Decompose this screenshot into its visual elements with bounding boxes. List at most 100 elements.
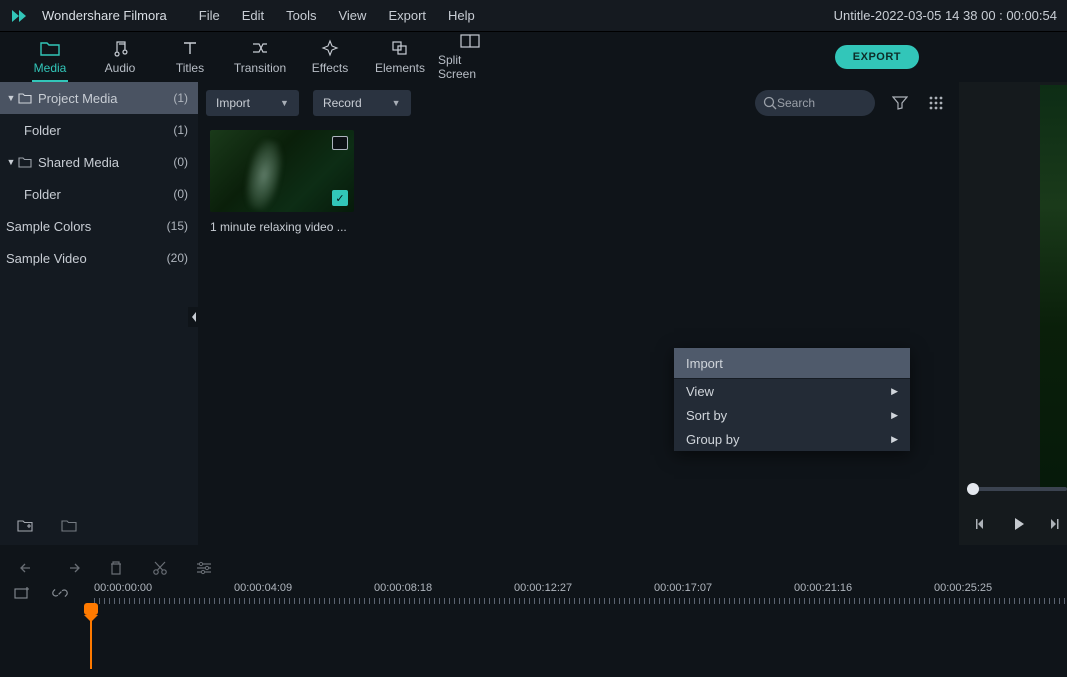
settings-sliders-icon[interactable] [194, 558, 214, 578]
video-badge-icon [332, 136, 348, 150]
record-dropdown[interactable]: Record ▼ [313, 90, 411, 116]
menu-bar: File Edit Tools View Export Help [199, 8, 475, 23]
app-title: Wondershare Filmora [42, 8, 167, 23]
add-track-icon[interactable] [12, 583, 32, 603]
ruler-ticks [94, 598, 1067, 604]
sidebar-item-label: Folder [24, 123, 173, 138]
media-item[interactable]: ✓ 1 minute relaxing video ... [210, 130, 354, 234]
sidebar-item-shared-media[interactable]: ▼ Shared Media (0) [0, 146, 198, 178]
tab-transition[interactable]: Transition [228, 33, 292, 81]
context-menu-group-by[interactable]: Group by ▶ [674, 427, 910, 451]
media-caption: 1 minute relaxing video ... [210, 220, 354, 234]
chevron-down-icon: ▼ [4, 157, 18, 167]
tab-titles[interactable]: Titles [158, 33, 222, 81]
sidebar-item-label: Folder [24, 187, 173, 202]
main-area: ▼ Project Media (1) Folder (1) ▼ Shared … [0, 82, 1067, 545]
folder-icon[interactable] [60, 517, 78, 535]
play-button[interactable] [1013, 517, 1025, 531]
context-menu-label: Group by [686, 432, 739, 447]
sidebar-footer [0, 507, 198, 545]
redo-icon[interactable] [62, 558, 82, 578]
tab-effects[interactable]: Effects [298, 33, 362, 81]
menu-file[interactable]: File [199, 8, 220, 23]
music-note-icon [111, 39, 129, 57]
prev-frame-button[interactable] [975, 518, 989, 530]
menu-help[interactable]: Help [448, 8, 475, 23]
titlebar: Wondershare Filmora File Edit Tools View… [0, 0, 1067, 32]
sidebar-item-folder-2[interactable]: Folder (0) [0, 178, 198, 210]
context-menu-import[interactable]: Import [674, 348, 910, 378]
media-grid: ✓ 1 minute relaxing video ... [206, 120, 947, 244]
timeline-panel: 00:00:00:00 00:00:04:09 00:00:08:18 00:0… [0, 545, 1067, 677]
undo-icon[interactable] [18, 558, 38, 578]
menu-export[interactable]: Export [388, 8, 426, 23]
checkmark-icon: ✓ [332, 190, 348, 206]
chevron-down-icon: ▼ [280, 98, 289, 108]
context-menu-sort-by[interactable]: Sort by ▶ [674, 403, 910, 427]
preview-panel [959, 82, 1067, 545]
new-folder-icon[interactable] [16, 517, 34, 535]
sidebar-item-folder-1[interactable]: Folder (1) [0, 114, 198, 146]
preview-frame [1040, 85, 1067, 489]
chevron-down-icon: ▼ [4, 93, 18, 103]
context-menu-view[interactable]: View ▶ [674, 379, 910, 403]
link-icon[interactable] [50, 583, 70, 603]
filter-icon[interactable] [889, 92, 911, 114]
menu-edit[interactable]: Edit [242, 8, 264, 23]
timecode: 00:00:12:27 [514, 582, 572, 594]
export-button[interactable]: EXPORT [835, 45, 919, 69]
content-toolbar: Import ▼ Record ▼ [206, 82, 947, 120]
sidebar-item-label: Shared Media [38, 155, 173, 170]
media-thumbnail[interactable]: ✓ [210, 130, 354, 212]
tab-media[interactable]: Media [18, 33, 82, 81]
timeline-ruler-row: 00:00:00:00 00:00:04:09 00:00:08:18 00:0… [0, 579, 1067, 605]
slider-knob-icon[interactable] [967, 483, 979, 495]
search-input[interactable] [777, 96, 857, 110]
menu-view[interactable]: View [338, 8, 366, 23]
folder-icon [40, 39, 60, 57]
tab-audio[interactable]: Audio [88, 33, 152, 81]
preview-seek-slider[interactable] [967, 487, 1067, 491]
sidebar-item-sample-video[interactable]: Sample Video (20) [0, 242, 198, 274]
chevron-right-icon: ▶ [891, 386, 898, 397]
sidebar-item-count: (1) [173, 91, 188, 105]
record-label: Record [323, 96, 362, 110]
chevron-right-icon: ▶ [891, 434, 898, 445]
timecode: 00:00:00:00 [94, 582, 152, 594]
timeline-track-area[interactable] [0, 605, 1067, 677]
text-icon [182, 39, 198, 57]
grid-view-icon[interactable] [925, 92, 947, 114]
tab-split-screen[interactable]: Split Screen [438, 33, 502, 81]
sidebar-item-label: Sample Video [6, 251, 167, 266]
timecode: 00:00:08:18 [374, 582, 432, 594]
sidebar-item-count: (20) [167, 251, 188, 265]
import-label: Import [216, 96, 250, 110]
context-menu-label: Sort by [686, 408, 727, 423]
timeline-ruler[interactable]: 00:00:00:00 00:00:04:09 00:00:08:18 00:0… [94, 580, 1067, 606]
sidebar-item-sample-colors[interactable]: Sample Colors (15) [0, 210, 198, 242]
context-menu: Import View ▶ Sort by ▶ Group by ▶ [674, 348, 910, 451]
timecode: 00:00:17:07 [654, 582, 712, 594]
playhead[interactable] [90, 605, 92, 669]
timeline-tools [0, 545, 1067, 579]
search-box[interactable] [755, 90, 875, 116]
timecode: 00:00:04:09 [234, 582, 292, 594]
context-menu-label: Import [686, 356, 723, 371]
sparkle-icon [321, 39, 339, 57]
sidebar-item-project-media[interactable]: ▼ Project Media (1) [0, 82, 198, 114]
app-logo-icon [10, 7, 28, 25]
sidebar-item-count: (1) [173, 123, 188, 137]
delete-icon[interactable] [106, 558, 126, 578]
timecode: 00:00:21:16 [794, 582, 852, 594]
import-dropdown[interactable]: Import ▼ [206, 90, 299, 116]
timecode: 00:00:25:25 [934, 582, 992, 594]
next-frame-button[interactable] [1049, 518, 1063, 530]
preview-controls [967, 517, 1067, 531]
folder-icon [18, 92, 38, 104]
document-title: Untitle-2022-03-05 14 38 00 : 00:00:54 [834, 8, 1057, 23]
tab-elements[interactable]: Elements [368, 33, 432, 81]
menu-tools[interactable]: Tools [286, 8, 316, 23]
split-screen-icon [460, 33, 480, 49]
transition-icon [251, 39, 269, 57]
cut-icon[interactable] [150, 558, 170, 578]
